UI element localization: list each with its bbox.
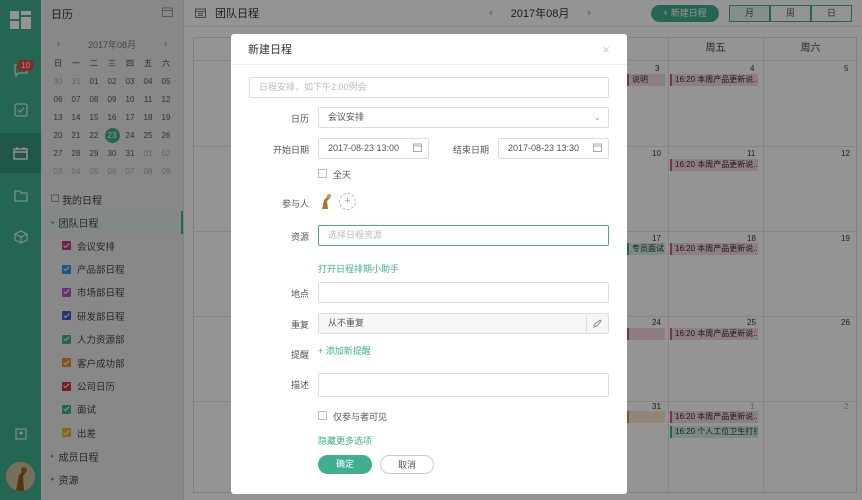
calendar-small-icon: [593, 140, 602, 159]
participants-only-label: 仅参与者可见: [333, 412, 388, 422]
allday-label: 全天: [333, 170, 352, 180]
close-icon[interactable]: ×: [602, 42, 610, 57]
resource-input[interactable]: 选择日程资源: [318, 225, 609, 246]
participants-label: 参与人: [281, 199, 309, 209]
resource-label: 资源: [290, 232, 309, 242]
location-input[interactable]: [318, 282, 609, 303]
description-input[interactable]: [318, 373, 609, 397]
calendar-select[interactable]: 会议安排 ⌄: [318, 107, 609, 128]
repeat-label: 重复: [290, 320, 309, 330]
confirm-button[interactable]: 确定: [318, 455, 372, 474]
participant-avatar[interactable]: [318, 192, 336, 213]
start-date-label: 开始日期: [272, 145, 309, 155]
edit-icon[interactable]: [586, 314, 608, 333]
end-date-label: 结束日期: [452, 145, 489, 155]
repeat-value: 从不重复: [328, 318, 365, 328]
allday-checkbox[interactable]: [318, 169, 327, 178]
remind-label: 提醒: [290, 350, 309, 360]
calendar-label: 日历: [290, 114, 309, 124]
add-reminder-link[interactable]: + 添加新提醒: [318, 344, 371, 357]
new-event-dialog: 新建日程 × 日程安排，如下午2:00例会 日历 会议安排 ⌄ 开始日期 201…: [231, 34, 627, 494]
end-date-field[interactable]: 2017-08-23 13:30: [498, 138, 609, 159]
end-date-value: 2017-08-23 13:30: [508, 143, 580, 153]
cancel-button[interactable]: 取消: [380, 455, 434, 474]
hide-more-options-link[interactable]: 隐藏更多选项: [318, 434, 372, 447]
add-participant-icon[interactable]: +: [339, 193, 356, 210]
calendar-select-value: 会议安排: [328, 112, 365, 122]
start-date-value: 2017-08-23 13:00: [328, 143, 400, 153]
chevron-down-icon: ⌄: [593, 112, 601, 122]
schedule-assistant-link[interactable]: 打开日程排期小助手: [318, 262, 399, 275]
summary-input[interactable]: 日程安排，如下午2:00例会: [249, 77, 609, 98]
repeat-field[interactable]: 从不重复: [318, 313, 609, 334]
calendar-small-icon: [413, 140, 422, 159]
description-label: 描述: [290, 380, 309, 390]
start-date-field[interactable]: 2017-08-23 13:00: [318, 138, 429, 159]
location-label: 地点: [290, 289, 309, 299]
participants-only-checkbox[interactable]: [318, 411, 327, 420]
dialog-title: 新建日程: [248, 44, 292, 56]
